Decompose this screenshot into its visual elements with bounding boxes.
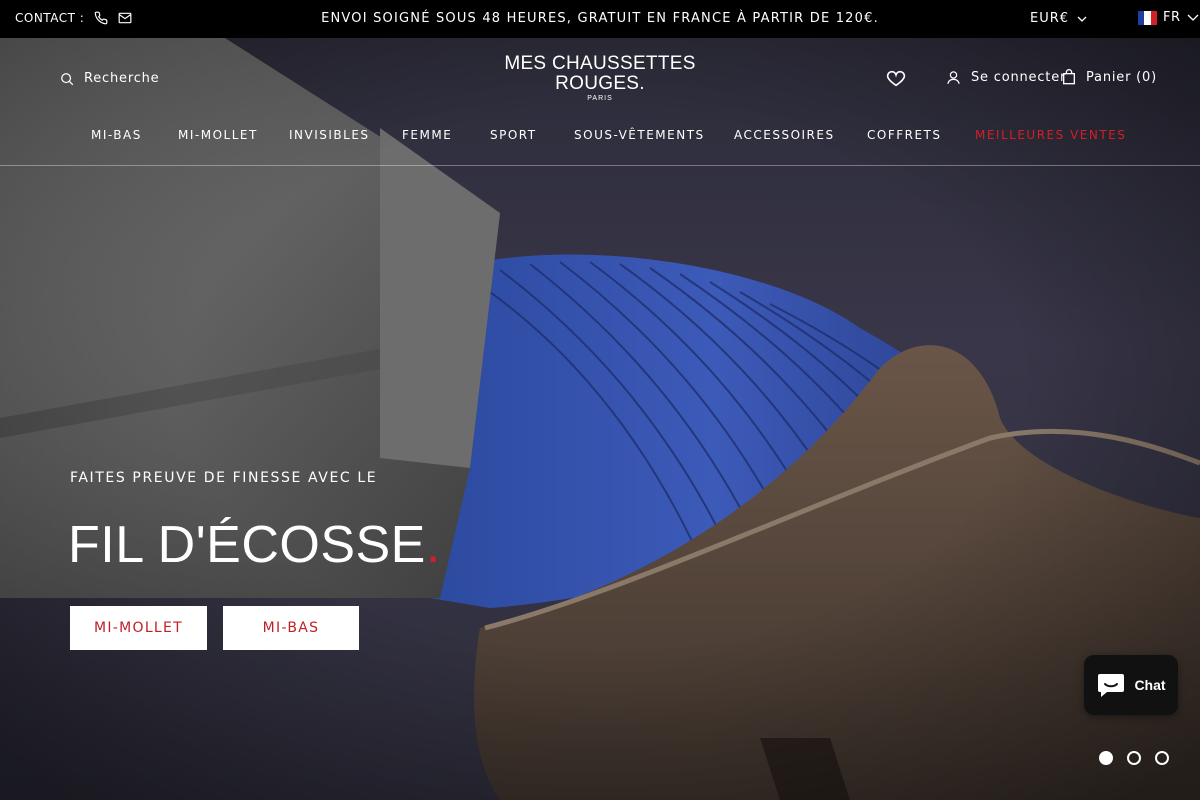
login-button[interactable]: Se connecter: [946, 70, 1066, 85]
nav-item-mi-mollet[interactable]: MI-MOLLET: [178, 128, 258, 142]
nav-item-meilleures-ventes[interactable]: MEILLEURES VENTES: [975, 128, 1126, 142]
slide-dot-1[interactable]: [1099, 751, 1113, 765]
nav-item-coffrets[interactable]: COFFRETS: [867, 128, 942, 142]
language-selector[interactable]: FR: [1138, 10, 1199, 25]
chat-button[interactable]: Chat: [1084, 655, 1178, 715]
nav-item-sport[interactable]: SPORT: [490, 128, 537, 142]
chevron-down-icon: [1187, 14, 1198, 21]
cart-label: Panier (0): [1086, 69, 1157, 85]
nav-item-femme[interactable]: FEMME: [402, 128, 452, 142]
mi-bas-button[interactable]: MI-BAS: [223, 606, 359, 650]
search-icon: [61, 72, 74, 85]
currency-selector[interactable]: EUR€: [1030, 11, 1087, 26]
wishlist-button[interactable]: [886, 69, 906, 91]
hero-headline-text: FIL D'ÉCOSSE: [68, 516, 426, 574]
shopping-bag-icon: [1063, 69, 1075, 85]
search-label: Recherche: [84, 71, 160, 86]
logo-line-2: ROUGES.: [555, 73, 645, 94]
user-icon: [947, 71, 960, 84]
heart-icon: [886, 70, 906, 87]
main-nav: MI-BAS MI-MOLLET INVISIBLES FEMME SPORT …: [0, 128, 1200, 148]
search-button[interactable]: Recherche: [60, 71, 159, 86]
mi-mollet-button[interactable]: MI-MOLLET: [70, 606, 207, 650]
hero-kicker: FAITES PREUVE DE FINESSE AVEC LE: [70, 470, 378, 486]
slide-dot-2[interactable]: [1127, 751, 1141, 765]
nav-item-invisibles[interactable]: INVISIBLES: [289, 128, 370, 142]
slider-pagination: [1099, 751, 1169, 765]
site-logo[interactable]: MES CHAUSSETTES ROUGES. PARIS: [500, 54, 700, 103]
site-header: Recherche MES CHAUSSETTES ROUGES. PARIS …: [0, 38, 1200, 166]
france-flag-icon: [1138, 10, 1157, 25]
announcement-bar: CONTACT : ENVOI SOIGNÉ SOUS 48 HEURES, G…: [0, 0, 1200, 38]
logo-line-3: PARIS: [587, 95, 613, 102]
currency-label: EUR€: [1030, 11, 1070, 26]
language-label: FR: [1163, 10, 1181, 25]
logo-line-1: MES CHAUSSETTES: [504, 53, 696, 74]
chat-bubble-icon: [1098, 674, 1125, 697]
nav-item-sous-vetements[interactable]: SOUS-VÊTEMENTS: [574, 128, 705, 142]
slide-dot-3[interactable]: [1155, 751, 1169, 765]
hero-headline: FIL D'ÉCOSSE.: [68, 514, 441, 576]
nav-item-mi-bas[interactable]: MI-BAS: [91, 128, 142, 142]
login-label: Se connecter: [971, 70, 1067, 85]
cart-button[interactable]: Panier (0): [1062, 69, 1157, 85]
chat-label: Chat: [1134, 677, 1166, 693]
chevron-down-icon: [1077, 16, 1087, 22]
announcement-text: ENVOI SOIGNÉ SOUS 48 HEURES, GRATUIT EN …: [321, 11, 879, 26]
nav-item-accessoires[interactable]: ACCESSOIRES: [734, 128, 835, 142]
hero-headline-dot: .: [425, 516, 441, 574]
